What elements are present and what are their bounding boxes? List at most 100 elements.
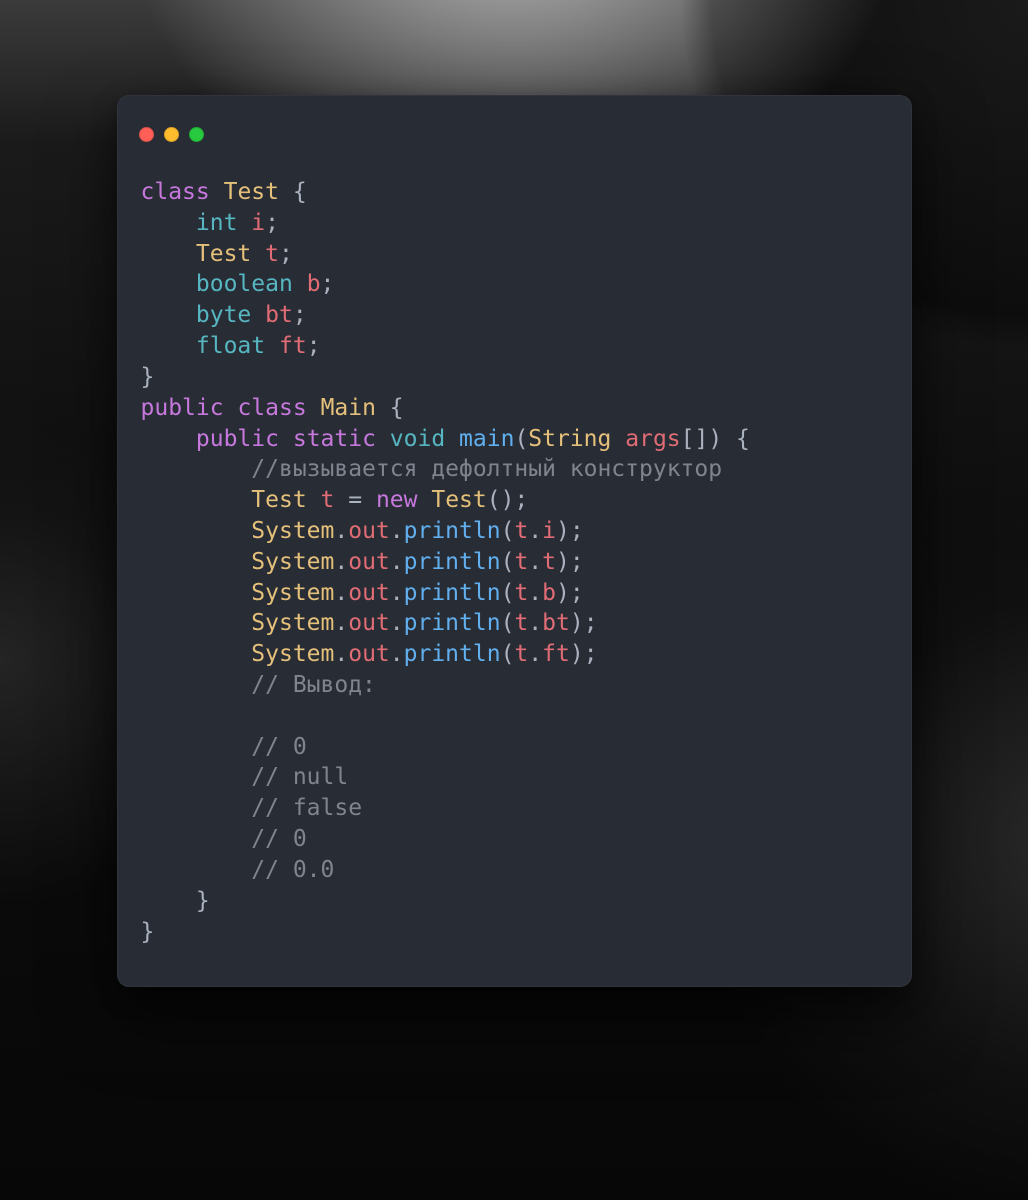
zoom-icon[interactable] [189, 127, 204, 142]
indent [141, 518, 252, 544]
dot: . [334, 518, 348, 544]
var-t: t [514, 518, 528, 544]
dot: . [390, 610, 404, 636]
cls-system: System [251, 580, 334, 606]
var-t: t [265, 241, 279, 267]
keyword-new: new [376, 487, 418, 513]
field-out: out [348, 518, 390, 544]
brace: } [141, 364, 155, 390]
code-editor: class Test { int i; Test t; boolean b; b… [117, 149, 912, 987]
cls-system: System [251, 518, 334, 544]
paren: ( [514, 426, 528, 452]
paren-close: ); [556, 580, 584, 606]
semicolon: ; [293, 302, 307, 328]
fn-println: println [404, 610, 501, 636]
indent [141, 641, 252, 667]
dot: . [390, 549, 404, 575]
brace: { [376, 395, 404, 421]
brace: { [279, 179, 307, 205]
param-args: args [625, 426, 680, 452]
comment: // Вывод: [251, 672, 376, 698]
indent [141, 456, 252, 482]
close-icon[interactable] [139, 127, 154, 142]
var-b: b [307, 271, 321, 297]
keyword-class: class [237, 395, 306, 421]
dot: . [390, 580, 404, 606]
comment: // false [251, 795, 362, 821]
comment: // 0 [251, 734, 306, 760]
field-b: b [542, 580, 556, 606]
fn-main: main [459, 426, 514, 452]
brackets: [] [681, 426, 709, 452]
var-t: t [514, 580, 528, 606]
type-test: Test [196, 241, 251, 267]
indent [141, 241, 196, 267]
indent [141, 487, 252, 513]
dot: . [528, 518, 542, 544]
semicolon: ; [265, 210, 279, 236]
comment: //вызывается дефолтный конструктор [251, 456, 722, 482]
indent [141, 271, 196, 297]
paren: ) [708, 426, 722, 452]
indent [141, 549, 252, 575]
cls-system: System [251, 610, 334, 636]
comment: // 0.0 [251, 857, 334, 883]
indent [141, 610, 252, 636]
paren-close: ); [570, 610, 598, 636]
type-string: String [528, 426, 611, 452]
dot: . [528, 610, 542, 636]
field-out: out [348, 580, 390, 606]
var-i: i [251, 210, 265, 236]
cls-system: System [251, 641, 334, 667]
var-bt: bt [265, 302, 293, 328]
window-titlebar [117, 95, 912, 149]
fn-println: println [404, 580, 501, 606]
indent [141, 857, 252, 883]
indent [141, 672, 252, 698]
dot: . [528, 641, 542, 667]
keyword-class: class [141, 179, 210, 205]
dot: . [390, 518, 404, 544]
var-t: t [514, 549, 528, 575]
keyword-public: public [141, 395, 224, 421]
indent [141, 210, 196, 236]
class-name-main: Main [321, 395, 376, 421]
brace: { [722, 426, 750, 452]
fn-println: println [404, 518, 501, 544]
keyword-public: public [196, 426, 279, 452]
brace: } [141, 919, 155, 945]
indent [141, 888, 196, 914]
var-t: t [514, 641, 528, 667]
var-t: t [514, 610, 528, 636]
type-test: Test [251, 487, 306, 513]
fn-println: println [404, 549, 501, 575]
semicolon: ; [279, 241, 293, 267]
paren-close: ); [570, 641, 598, 667]
fn-println: println [404, 641, 501, 667]
type-float: float [196, 333, 265, 359]
comment: // null [251, 764, 348, 790]
indent [141, 795, 252, 821]
dot: . [528, 549, 542, 575]
field-out: out [348, 641, 390, 667]
comment: // 0 [251, 826, 306, 852]
type-int: int [196, 210, 238, 236]
indent [141, 826, 252, 852]
field-i: i [542, 518, 556, 544]
call: (); [487, 487, 529, 513]
indent [141, 302, 196, 328]
paren: ( [501, 580, 515, 606]
equals: = [334, 487, 376, 513]
field-ft: ft [542, 641, 570, 667]
dot: . [334, 641, 348, 667]
paren-close: ); [556, 549, 584, 575]
var-ft: ft [279, 333, 307, 359]
dot: . [390, 641, 404, 667]
class-name-test: Test [224, 179, 279, 205]
indent [141, 426, 196, 452]
minimize-icon[interactable] [164, 127, 179, 142]
dot: . [528, 580, 542, 606]
ctor-test: Test [431, 487, 486, 513]
field-bt: bt [542, 610, 570, 636]
field-out: out [348, 549, 390, 575]
